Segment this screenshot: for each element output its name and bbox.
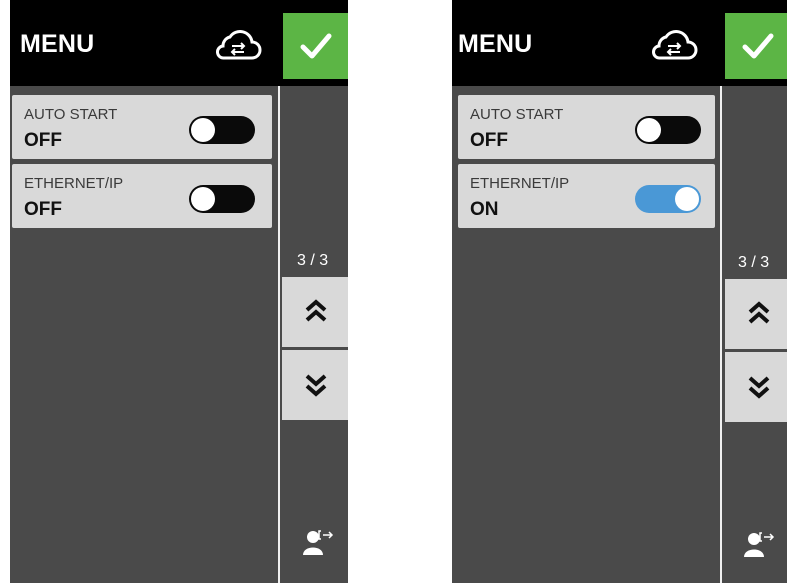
header: MENU (452, 0, 787, 86)
toggle-knob (637, 118, 661, 142)
setting-value: OFF (470, 130, 508, 151)
menu-title: MENU (458, 30, 533, 58)
setting-auto-start: AUTO START OFF (12, 95, 272, 159)
cloud-sync-icon[interactable] (212, 27, 262, 63)
page-down-button[interactable] (282, 350, 348, 420)
double-chevron-down-icon (748, 376, 770, 399)
page-indicator: 3 / 3 (297, 252, 329, 269)
divider (278, 86, 280, 583)
checkmark-icon (742, 33, 774, 59)
menu-title: MENU (20, 30, 95, 58)
double-chevron-up-icon (748, 301, 770, 324)
toggle-knob (191, 118, 215, 142)
toggle-knob (191, 187, 215, 211)
setting-label: ETHERNET/IP (24, 175, 124, 192)
user-logout-icon[interactable] (303, 529, 335, 555)
screen-left: MENU AUTO START OFF ETHERNET/IP OFF 3 / … (10, 0, 348, 583)
user-logout-icon[interactable] (744, 531, 776, 557)
setting-value: OFF (24, 199, 62, 220)
setting-value: ON (470, 199, 499, 220)
setting-auto-start: AUTO START OFF (458, 95, 715, 159)
page-indicator: 3 / 3 (738, 254, 770, 271)
cloud-sync-icon[interactable] (648, 27, 698, 63)
confirm-button[interactable] (725, 13, 787, 79)
auto-start-toggle[interactable] (189, 116, 255, 144)
page-down-button[interactable] (725, 352, 787, 422)
ethernet-ip-toggle[interactable] (635, 185, 701, 213)
confirm-button[interactable] (283, 13, 348, 79)
double-chevron-down-icon (305, 374, 327, 397)
auto-start-toggle[interactable] (635, 116, 701, 144)
toggle-knob (675, 187, 699, 211)
ethernet-ip-toggle[interactable] (189, 185, 255, 213)
setting-ethernet-ip: ETHERNET/IP ON (458, 164, 715, 228)
setting-label: AUTO START (24, 106, 118, 123)
double-chevron-up-icon (305, 299, 327, 322)
setting-label: AUTO START (470, 106, 564, 123)
screen-right: MENU AUTO START OFF ETHERNET/IP ON 3 / 3 (452, 0, 787, 583)
header: MENU (10, 0, 348, 86)
checkmark-icon (300, 33, 332, 59)
page-up-button[interactable] (725, 279, 787, 349)
divider (720, 86, 722, 583)
setting-label: ETHERNET/IP (470, 175, 570, 192)
page-up-button[interactable] (282, 277, 348, 347)
setting-ethernet-ip: ETHERNET/IP OFF (12, 164, 272, 228)
setting-value: OFF (24, 130, 62, 151)
